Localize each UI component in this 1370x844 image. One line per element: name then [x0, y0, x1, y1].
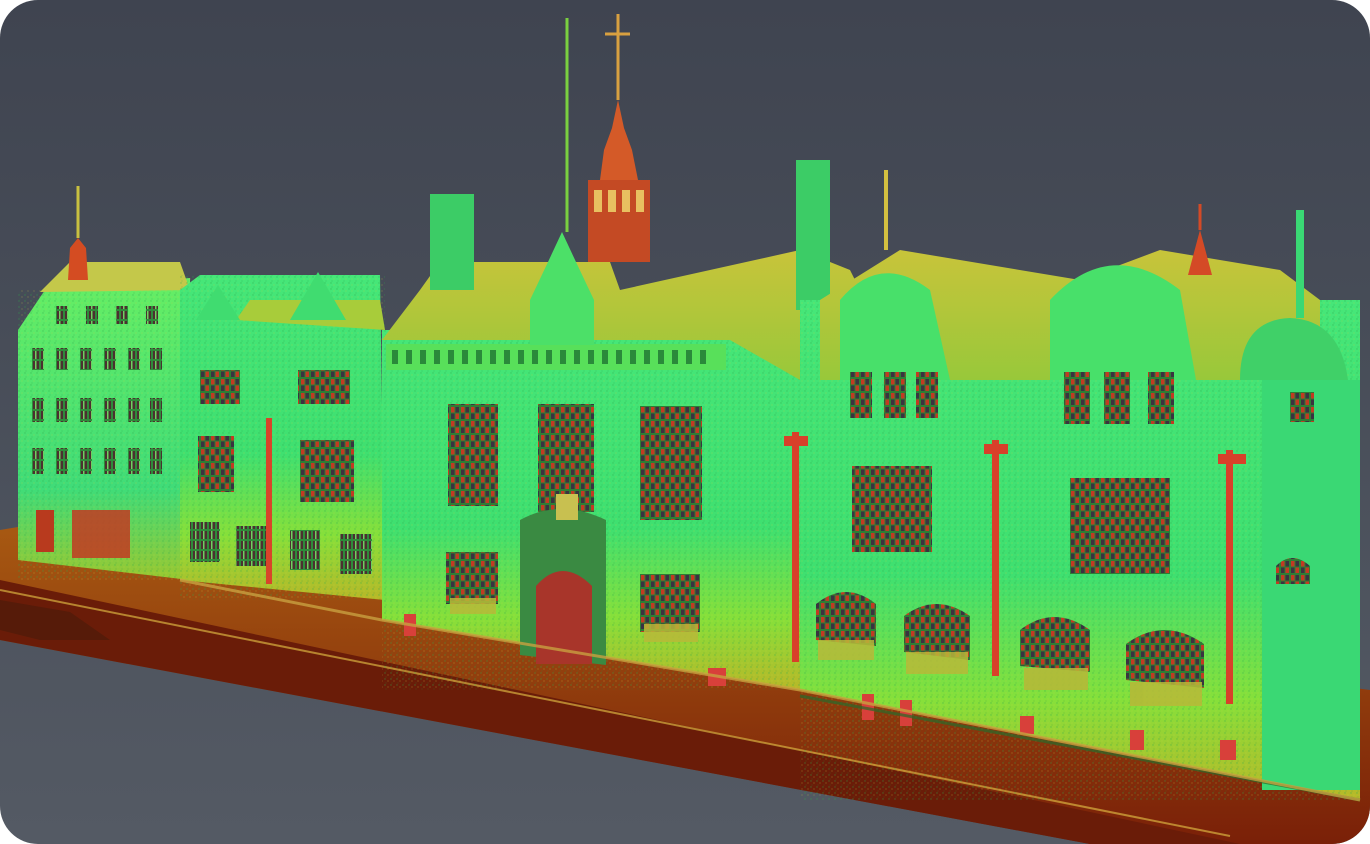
viewer-frame — [0, 0, 1370, 844]
chimney-left — [430, 194, 474, 290]
corner-tower — [1262, 380, 1360, 790]
point-cloud-scene — [0, 0, 1370, 844]
drainpipe — [266, 418, 272, 584]
chimney-right — [796, 160, 830, 310]
left-shopfront — [72, 510, 130, 558]
